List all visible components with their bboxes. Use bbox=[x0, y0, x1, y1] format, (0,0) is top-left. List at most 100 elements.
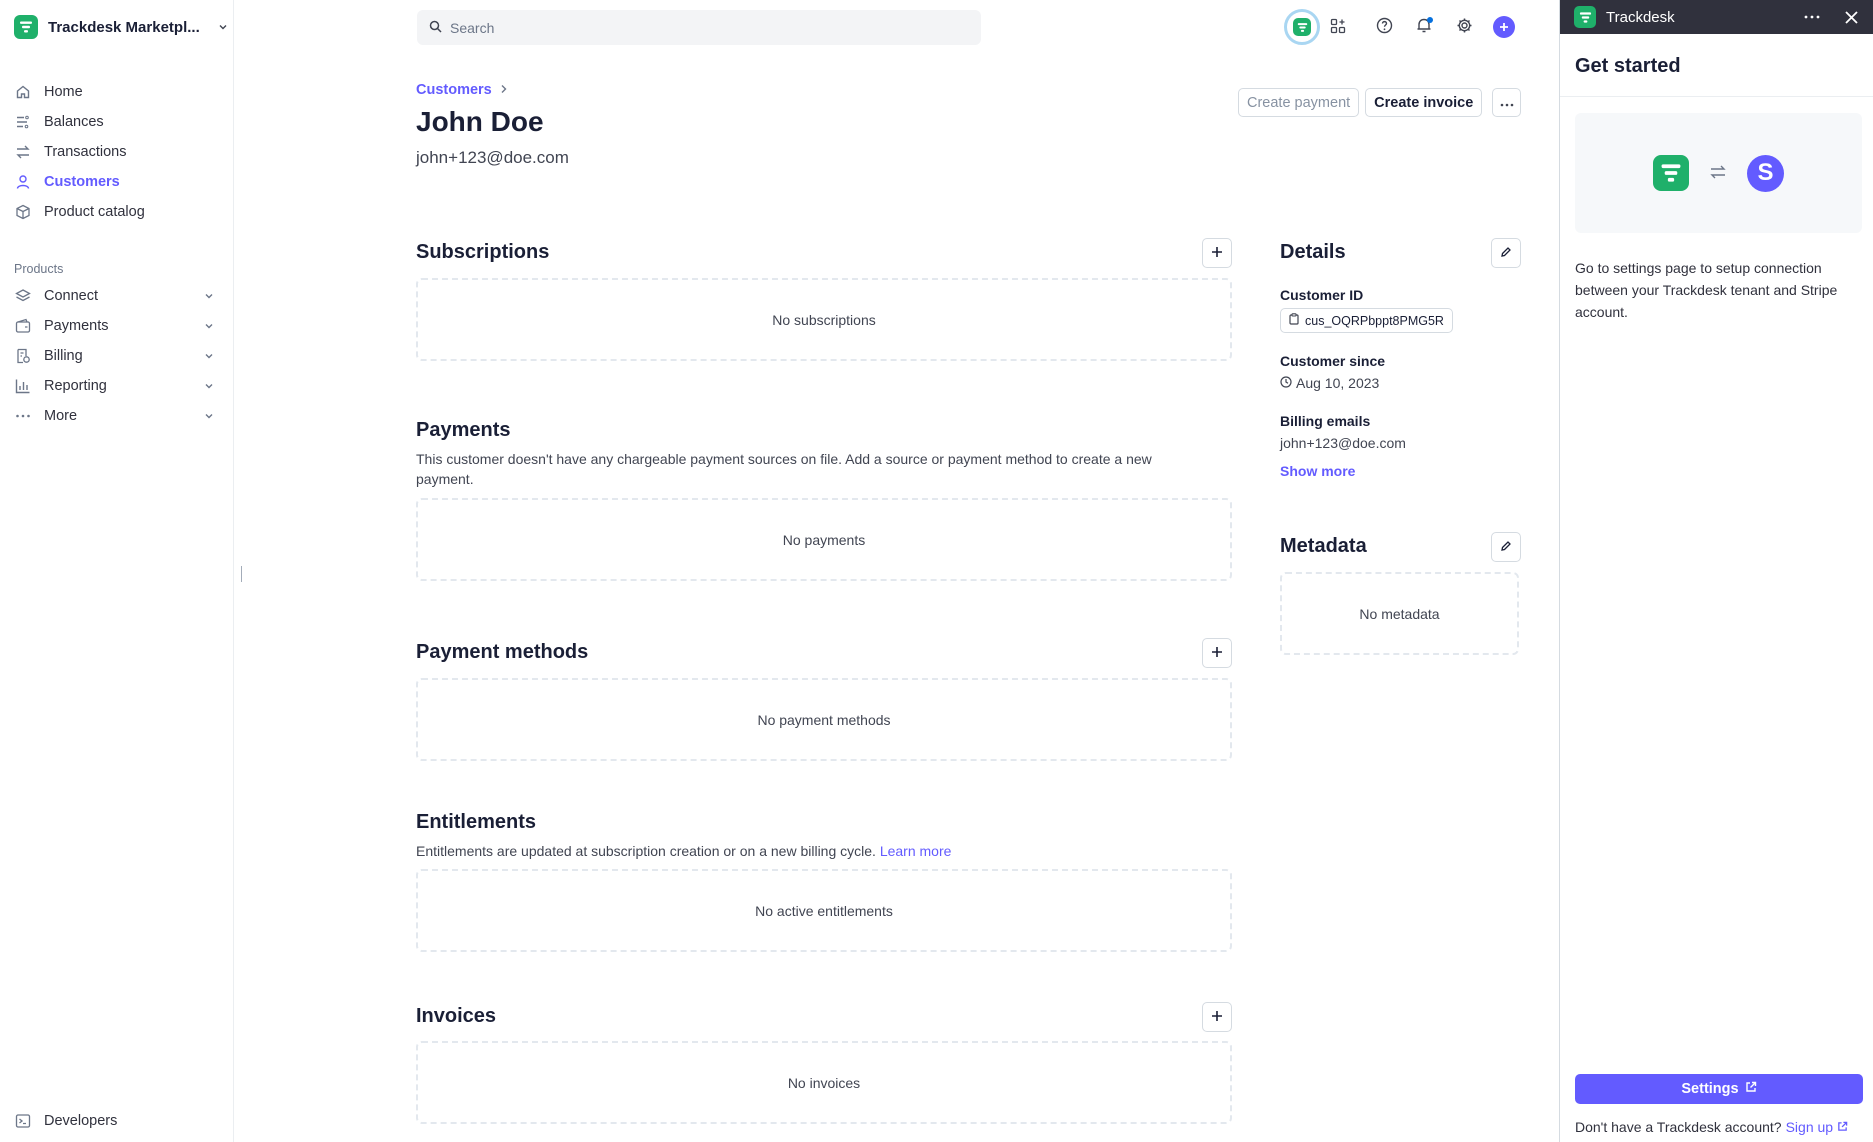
entitlements-title: Entitlements bbox=[416, 811, 537, 833]
external-link-icon bbox=[1837, 1119, 1848, 1135]
trackdesk-logo-icon bbox=[1293, 18, 1311, 36]
panel-close-button[interactable] bbox=[1844, 10, 1859, 25]
billing-email-value: john+123@doe.com bbox=[1280, 435, 1406, 451]
plus-icon bbox=[1211, 645, 1223, 661]
payments-description: This customer doesn't have any chargeabl… bbox=[416, 451, 1152, 487]
add-payment-method-button[interactable] bbox=[1202, 638, 1232, 668]
breadcrumb-customers-link[interactable]: Customers bbox=[416, 82, 492, 98]
settings-button[interactable] bbox=[1446, 10, 1482, 44]
subscriptions-title: Subscriptions bbox=[416, 241, 550, 263]
payment-methods-title: Payment methods bbox=[416, 641, 589, 663]
details-title: Details bbox=[1280, 241, 1346, 263]
entitlements-description-text: Entitlements are updated at subscription… bbox=[416, 843, 876, 859]
divider bbox=[1560, 96, 1873, 97]
create-new-button[interactable] bbox=[1486, 10, 1522, 44]
invoices-title: Invoices bbox=[416, 1005, 497, 1027]
developers-nav: Developers bbox=[14, 1106, 214, 1136]
customer-id-copy-chip[interactable]: cus_OQRPbppt8PMG5R bbox=[1280, 308, 1453, 333]
sidebar-item-transactions[interactable]: Transactions bbox=[14, 137, 214, 167]
add-invoice-button[interactable] bbox=[1202, 1002, 1232, 1032]
show-more-link[interactable]: Show more bbox=[1280, 463, 1355, 479]
sidebar-item-label: More bbox=[44, 408, 78, 424]
products-nav: Connect Payments Billing Reporting More bbox=[14, 281, 214, 431]
bar-chart-icon bbox=[14, 377, 32, 395]
header-actions: Create payment Create invoice bbox=[1238, 88, 1522, 117]
sidebar-item-label: Transactions bbox=[44, 144, 127, 160]
search-input[interactable] bbox=[450, 19, 950, 36]
customer-since-value-row: Aug 10, 2023 bbox=[1280, 375, 1379, 391]
edit-metadata-button[interactable] bbox=[1491, 532, 1521, 562]
edit-details-button[interactable] bbox=[1491, 238, 1521, 268]
settings-button[interactable]: Settings bbox=[1575, 1074, 1863, 1104]
resize-handle[interactable] bbox=[241, 566, 242, 582]
more-actions-button[interactable] bbox=[1492, 88, 1522, 117]
external-link-icon bbox=[1745, 1081, 1757, 1097]
notifications-button[interactable] bbox=[1406, 10, 1442, 44]
entitlements-empty-state: No active entitlements bbox=[416, 869, 1232, 952]
wallet-icon bbox=[14, 317, 32, 335]
help-button[interactable] bbox=[1366, 10, 1402, 44]
plus-circle-icon bbox=[1493, 16, 1515, 38]
sidebar-item-developers[interactable]: Developers bbox=[14, 1106, 214, 1136]
sidebar-item-label: Reporting bbox=[44, 378, 107, 394]
learn-more-link[interactable]: Learn more bbox=[880, 843, 952, 859]
payments-title: Payments bbox=[416, 419, 511, 441]
sidebar-item-home[interactable]: Home bbox=[14, 77, 214, 107]
metadata-title: Metadata bbox=[1280, 535, 1367, 557]
search-icon bbox=[429, 20, 442, 36]
terminal-icon bbox=[14, 1112, 32, 1130]
plus-icon bbox=[1211, 245, 1223, 261]
panel-more-button[interactable] bbox=[1804, 15, 1820, 19]
sidebar-item-payments[interactable]: Payments bbox=[14, 311, 214, 341]
sidebar-item-label: Payments bbox=[44, 318, 109, 334]
subscriptions-empty-state: No subscriptions bbox=[416, 278, 1232, 361]
signup-link[interactable]: Sign up bbox=[1786, 1119, 1848, 1135]
sidebar-item-label: Connect bbox=[44, 288, 99, 304]
account-name: Trackdesk Marketpl... bbox=[48, 18, 200, 36]
sidebar-item-reporting[interactable]: Reporting bbox=[14, 371, 214, 401]
invoices-empty-state: No invoices bbox=[416, 1041, 1232, 1124]
apps-button[interactable] bbox=[1320, 10, 1356, 44]
panel-description: Go to settings page to setup connection … bbox=[1575, 260, 1838, 320]
sidebar-item-billing[interactable]: Billing bbox=[14, 341, 214, 371]
signup-prompt: Don't have a Trackdesk account? Sign up bbox=[1575, 1119, 1848, 1135]
page-title: John Doe bbox=[416, 106, 544, 137]
sidebar-item-label: Customers bbox=[44, 174, 120, 190]
signup-text: Don't have a Trackdesk account? bbox=[1575, 1119, 1782, 1135]
sidebar-item-label: Developers bbox=[44, 1113, 118, 1129]
home-icon bbox=[14, 83, 32, 101]
sidebar-item-connect[interactable]: Connect bbox=[14, 281, 214, 311]
chevron-down-icon bbox=[204, 289, 214, 305]
top-toolbar bbox=[1284, 9, 1522, 45]
sidebar-item-more[interactable]: More bbox=[14, 401, 214, 431]
chevron-down-icon bbox=[218, 19, 228, 35]
sidebar-item-customers[interactable]: Customers bbox=[14, 167, 214, 197]
connection-illustration: S bbox=[1575, 113, 1862, 233]
trackdesk-app-panel: Trackdesk Get started S Go to settings p… bbox=[1559, 0, 1873, 1142]
add-subscription-button[interactable] bbox=[1202, 238, 1232, 268]
customer-since-value: Aug 10, 2023 bbox=[1296, 375, 1380, 391]
panel-title: Get started bbox=[1575, 55, 1681, 77]
panel-app-name: Trackdesk bbox=[1606, 8, 1675, 26]
sidebar-item-label: Home bbox=[44, 84, 83, 100]
search-bar[interactable] bbox=[417, 10, 981, 45]
entitlements-description: Entitlements are updated at subscription… bbox=[416, 841, 1232, 861]
create-payment-button[interactable]: Create payment bbox=[1238, 88, 1360, 117]
account-switcher[interactable]: Trackdesk Marketpl... bbox=[14, 14, 228, 40]
trackdesk-app-button[interactable] bbox=[1284, 9, 1320, 45]
sidebar-item-product-catalog[interactable]: Product catalog bbox=[14, 197, 214, 227]
chevron-down-icon bbox=[204, 319, 214, 335]
payment-methods-empty-state: No payment methods bbox=[416, 678, 1232, 761]
payments-empty-state: No payments bbox=[416, 498, 1232, 581]
create-invoice-button[interactable]: Create invoice bbox=[1365, 88, 1483, 117]
pencil-icon bbox=[1500, 539, 1512, 555]
sidebar-item-label: Product catalog bbox=[44, 204, 145, 220]
sidebar-item-balances[interactable]: Balances bbox=[14, 107, 214, 137]
chevron-down-icon bbox=[204, 379, 214, 395]
billing-icon bbox=[14, 347, 32, 365]
settings-button-label: Settings bbox=[1681, 1081, 1739, 1097]
billing-emails-label: Billing emails bbox=[1280, 413, 1371, 429]
sidebar-item-label: Billing bbox=[44, 348, 83, 364]
trackdesk-logo-icon bbox=[14, 15, 38, 39]
balances-icon bbox=[14, 113, 32, 131]
